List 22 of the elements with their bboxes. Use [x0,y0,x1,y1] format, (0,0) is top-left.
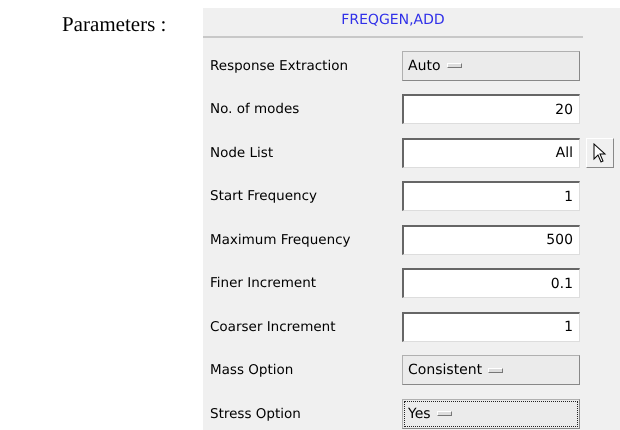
field-label: Response Extraction [210,58,350,74]
option-button[interactable]: Auto [402,50,580,81]
field-label: Start Frequency [210,188,318,204]
input-field[interactable]: 0.1 [402,268,580,298]
field-label: Mass Option [210,362,294,378]
field-label: Maximum Frequency [210,232,352,248]
option-button[interactable]: Yes [402,398,580,429]
field-label: Stress Option [210,406,302,422]
input-field[interactable]: 1 [402,312,580,342]
field-label: Finer Increment [210,275,318,292]
cursor-icon [592,142,608,163]
field-label: Coarser Increment [210,318,337,335]
field-label: No. of modes [210,101,300,118]
option-button[interactable]: Consistent [402,355,580,386]
input-field[interactable]: 20 [402,94,580,124]
input-field[interactable]: 500 [402,224,580,255]
dialog-title: FREQGEN,ADD [203,8,583,38]
input-field[interactable]: 1 [402,181,580,212]
parameters-heading: Parameters : [62,12,168,38]
field-label: Node List [210,144,274,161]
input-field[interactable]: All [402,138,580,168]
pick-button[interactable] [586,138,614,168]
